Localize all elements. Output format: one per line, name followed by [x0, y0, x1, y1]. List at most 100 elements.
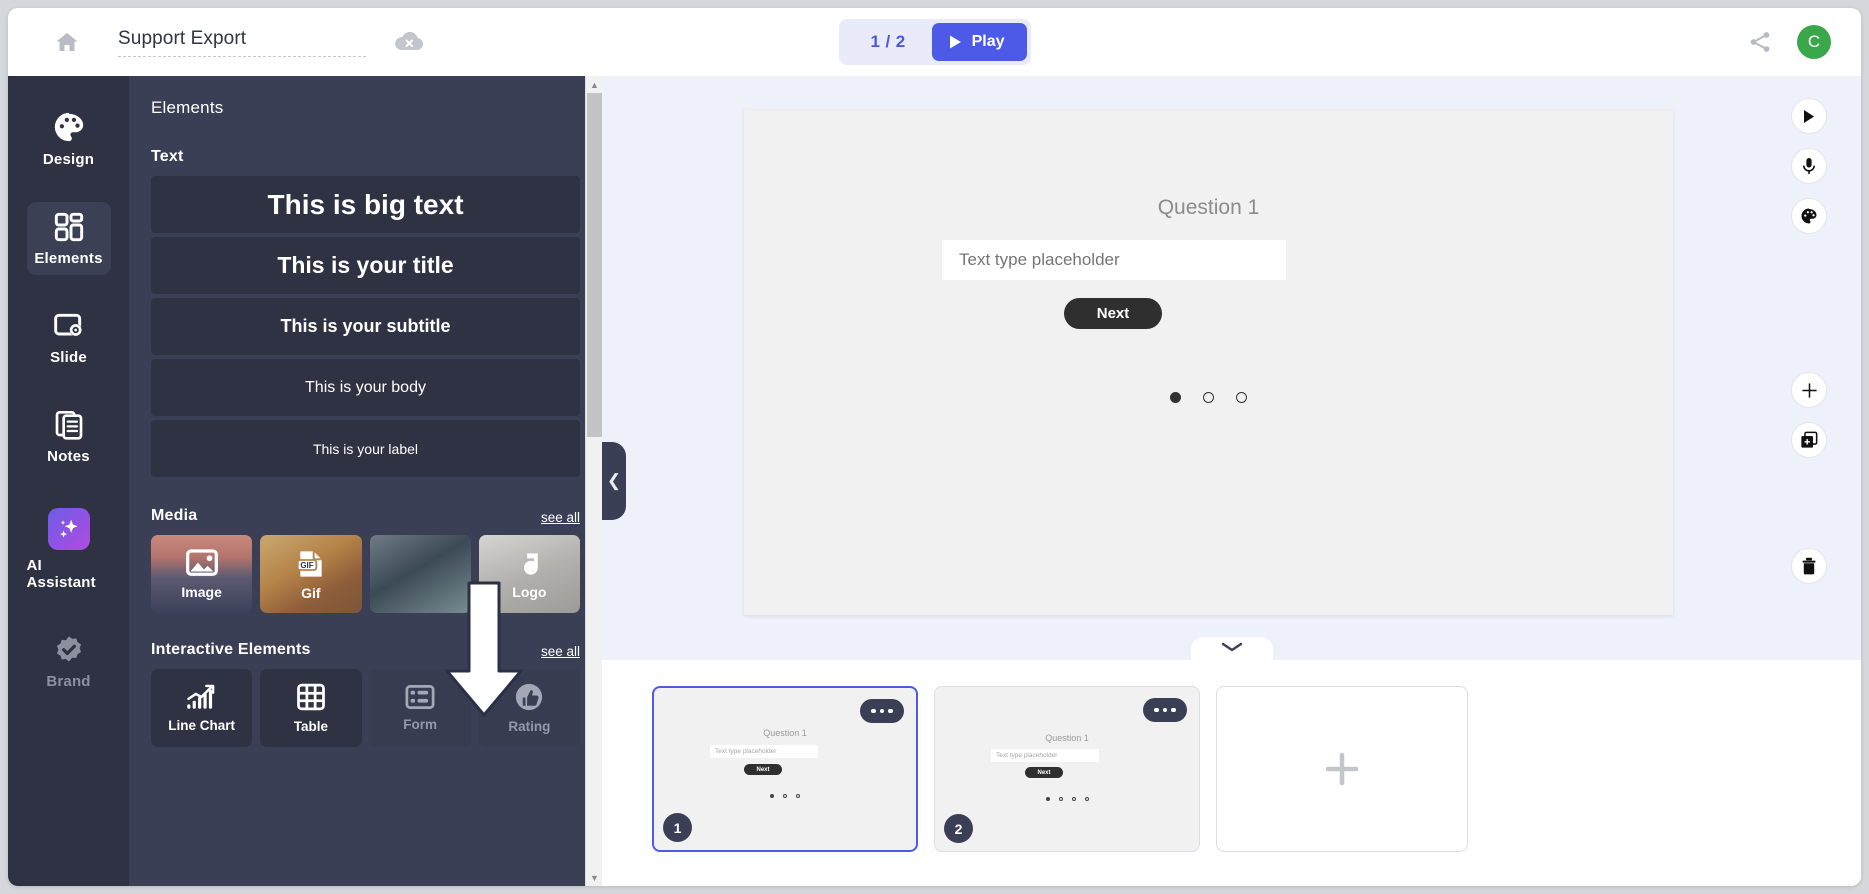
- table-icon: [297, 683, 325, 711]
- text-preset-label: This is your subtitle: [280, 316, 451, 336]
- sparkle-icon: [59, 519, 78, 538]
- elements-panel: Elements Text This is big text This is y…: [129, 76, 602, 886]
- stage-delete-button[interactable]: [1791, 548, 1827, 584]
- rail-item-elements[interactable]: Elements: [8, 191, 129, 284]
- media-card-label: Logo: [512, 583, 547, 600]
- add-slide-button[interactable]: [1216, 686, 1468, 852]
- cloud-status-button[interactable]: [392, 29, 426, 55]
- media-section-header: Media see all: [151, 507, 580, 525]
- thumb-next-label: Next: [744, 764, 782, 775]
- media-grid: Image GIF Gif Logo: [151, 535, 580, 613]
- slide-thumbnail-2[interactable]: Question 1 Text type placeholder Next 2: [934, 686, 1200, 852]
- svg-text:GIF: GIF: [300, 561, 313, 570]
- interactive-see-all-link[interactable]: see all: [541, 644, 580, 659]
- text-preset-big-text[interactable]: This is big text: [151, 176, 580, 233]
- plus-icon: [1325, 752, 1359, 786]
- thumb-progress-dots: [654, 794, 916, 798]
- slide-gear-icon: [53, 313, 82, 337]
- interactive-card-rating[interactable]: Rating: [478, 669, 580, 747]
- line-chart-icon: [186, 684, 214, 709]
- rail-item-design[interactable]: Design: [8, 90, 129, 185]
- top-bar-right: C: [1747, 8, 1831, 76]
- more-icon-dot: [879, 708, 885, 714]
- playback-group: 1 / 2 Play: [838, 19, 1031, 65]
- rail-label-elements: Elements: [34, 250, 103, 267]
- stage-theme-button[interactable]: [1791, 198, 1827, 234]
- home-button[interactable]: [50, 25, 84, 59]
- stage-duplicate-button[interactable]: [1791, 422, 1827, 458]
- panel-scrollbar[interactable]: ▲ ▼: [585, 76, 602, 886]
- app-window: Support Export 1 / 2 Play C Design Eleme…: [8, 8, 1861, 886]
- media-card-gif[interactable]: GIF Gif: [260, 535, 362, 613]
- media-see-all-link[interactable]: see all: [541, 510, 580, 525]
- interactive-grid: Line Chart Table Form Rating: [151, 669, 580, 747]
- interactive-card-form[interactable]: Form: [369, 669, 471, 747]
- text-preset-label[interactable]: This is your label: [151, 420, 580, 477]
- thumb-dot: [1045, 797, 1050, 801]
- answer-input[interactable]: [942, 240, 1286, 280]
- scrollbar-thumb[interactable]: [587, 93, 602, 437]
- text-preset-body[interactable]: This is your body: [151, 359, 580, 416]
- progress-dot[interactable]: [1170, 392, 1181, 403]
- chevron-down-icon: [1221, 642, 1242, 652]
- media-card-label: Image: [181, 583, 222, 600]
- interactive-card-table[interactable]: Table: [260, 669, 362, 747]
- stage-play-button[interactable]: [1791, 98, 1827, 134]
- media-card-video[interactable]: [369, 535, 471, 613]
- media-section-title: Media: [151, 507, 198, 524]
- more-icon-dot: [1171, 707, 1176, 713]
- rail-item-slide[interactable]: Slide: [8, 290, 129, 383]
- text-preset-title[interactable]: This is your title: [151, 237, 580, 294]
- rail-item-brand[interactable]: Brand: [8, 614, 129, 707]
- plus-icon: [1801, 382, 1817, 398]
- thumb-dot: [1071, 797, 1076, 801]
- notes-icon: [55, 411, 82, 440]
- slide-menu-button[interactable]: [1143, 698, 1187, 722]
- more-icon-dot: [1154, 707, 1159, 713]
- thumb-dot: [783, 794, 787, 798]
- interactive-card-line-chart[interactable]: Line Chart: [151, 669, 253, 747]
- progress-dot[interactable]: [1203, 392, 1214, 403]
- media-card-label: Gif: [301, 584, 321, 601]
- avatar[interactable]: C: [1797, 25, 1831, 59]
- media-card-image[interactable]: Image: [151, 535, 253, 613]
- stage-add-button[interactable]: [1791, 372, 1827, 408]
- thumb-question-label: Question 1: [763, 728, 807, 738]
- media-card-logo[interactable]: Logo: [478, 535, 580, 613]
- text-preset-label: This is your label: [312, 440, 419, 457]
- interactive-card-label: Line Chart: [168, 718, 235, 733]
- thumb-next-label: Next: [1025, 767, 1063, 778]
- palette-icon: [54, 112, 83, 142]
- rail-item-notes[interactable]: Notes: [8, 389, 129, 482]
- scroll-up-arrow[interactable]: ▲: [586, 76, 603, 93]
- home-icon: [56, 33, 78, 51]
- stage-record-button[interactable]: [1791, 148, 1827, 184]
- scroll-down-arrow[interactable]: ▼: [586, 869, 603, 886]
- rail-item-ai-assistant[interactable]: AI Assistant: [8, 488, 129, 608]
- text-section-header: Text: [151, 148, 580, 166]
- panel-collapse-handle[interactable]: ❮: [602, 442, 626, 520]
- stage-toolbar: [1791, 98, 1827, 584]
- slide-number-badge: 1: [663, 813, 692, 842]
- text-preset-subtitle[interactable]: This is your subtitle: [151, 298, 580, 355]
- more-icon-dot: [1162, 707, 1168, 713]
- tray-collapse-handle[interactable]: [1190, 637, 1273, 661]
- thumb-dot: [796, 794, 800, 798]
- slide-thumbnail-1[interactable]: Question 1 Text type placeholder Next 1: [652, 686, 918, 852]
- palette-icon: [1801, 208, 1817, 224]
- more-icon-dot: [871, 708, 876, 714]
- slide-canvas[interactable]: Question 1 Next: [744, 110, 1673, 615]
- share-icon[interactable]: [1747, 29, 1773, 55]
- progress-dot[interactable]: [1236, 392, 1247, 403]
- play-button[interactable]: Play: [931, 23, 1027, 61]
- rail-label-design: Design: [42, 151, 95, 168]
- next-button[interactable]: Next: [1064, 298, 1162, 329]
- microphone-icon: [1803, 158, 1815, 174]
- slide-menu-button[interactable]: [860, 699, 904, 723]
- document-title-field[interactable]: Support Export: [118, 28, 366, 57]
- panel-title: Elements: [151, 98, 224, 117]
- thumb-dot: [1058, 797, 1063, 801]
- more-icon-dot: [888, 708, 893, 714]
- image-icon: [185, 548, 218, 576]
